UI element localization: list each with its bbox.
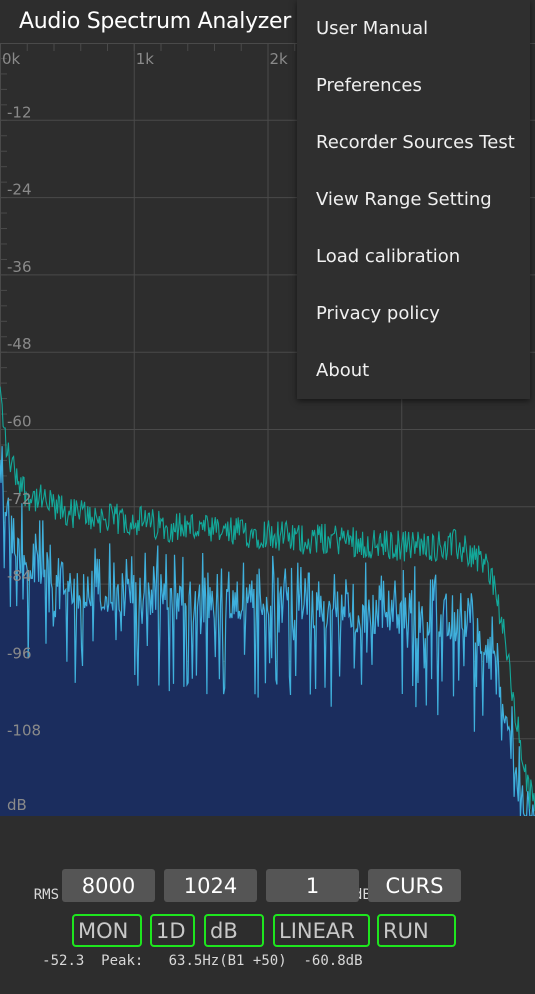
x-tick-label: 1k — [136, 50, 155, 68]
peak-label: Peak: — [101, 953, 144, 969]
menu-item-view-range-setting[interactable]: View Range Setting — [297, 171, 530, 228]
app-title: Audio Spectrum Analyzer — [19, 9, 291, 34]
spectrum-unit-toggle[interactable]: dB — [204, 914, 264, 947]
menu-item-load-calibration[interactable]: Load calibration — [297, 228, 530, 285]
monitor-toggle[interactable]: MON — [72, 914, 142, 947]
peak-frequency: 63.5Hz(B1 +50) — [168, 953, 287, 969]
overflow-menu: User Manual Preferences Recorder Sources… — [297, 0, 530, 399]
x-tick-label: 0k — [2, 50, 21, 68]
cursor-button[interactable]: CURS — [368, 869, 461, 902]
average-button[interactable]: 1 — [266, 869, 359, 902]
menu-item-about[interactable]: About — [297, 342, 530, 399]
y-tick-label: dB — [7, 796, 27, 814]
menu-item-privacy-policy[interactable]: Privacy policy — [297, 285, 530, 342]
view-mode-toggle[interactable]: 1D — [150, 914, 195, 947]
menu-item-preferences[interactable]: Preferences — [297, 57, 530, 114]
y-tick-label: -48 — [7, 335, 32, 353]
peak-db: -60.8dB — [303, 953, 363, 969]
menu-item-user-manual[interactable]: User Manual — [297, 0, 530, 57]
y-tick-label: -24 — [7, 181, 32, 199]
y-tick-label: -36 — [7, 258, 32, 276]
frequency-scale-toggle[interactable]: LINEAR — [273, 914, 370, 947]
y-tick-label: -60 — [7, 413, 32, 431]
settings-button-row: 8000 1024 1 CURS — [0, 869, 535, 903]
run-state-toggle[interactable]: RUN — [377, 914, 456, 947]
y-tick-label: -96 — [7, 644, 32, 662]
y-tick-label: -72 — [7, 490, 32, 508]
rms-value: -52.3 — [42, 953, 85, 969]
fft-length-button[interactable]: 1024 — [164, 869, 257, 902]
y-tick-label: -108 — [7, 722, 41, 740]
toggle-button-row: MON 1D dB LINEAR RUN — [0, 914, 535, 947]
x-tick-label: 2k — [270, 50, 289, 68]
menu-item-recorder-sources-test[interactable]: Recorder Sources Test — [297, 114, 530, 171]
y-tick-label: -84 — [7, 567, 32, 585]
y-tick-label: -12 — [7, 103, 32, 121]
sample-rate-button[interactable]: 8000 — [62, 869, 155, 902]
